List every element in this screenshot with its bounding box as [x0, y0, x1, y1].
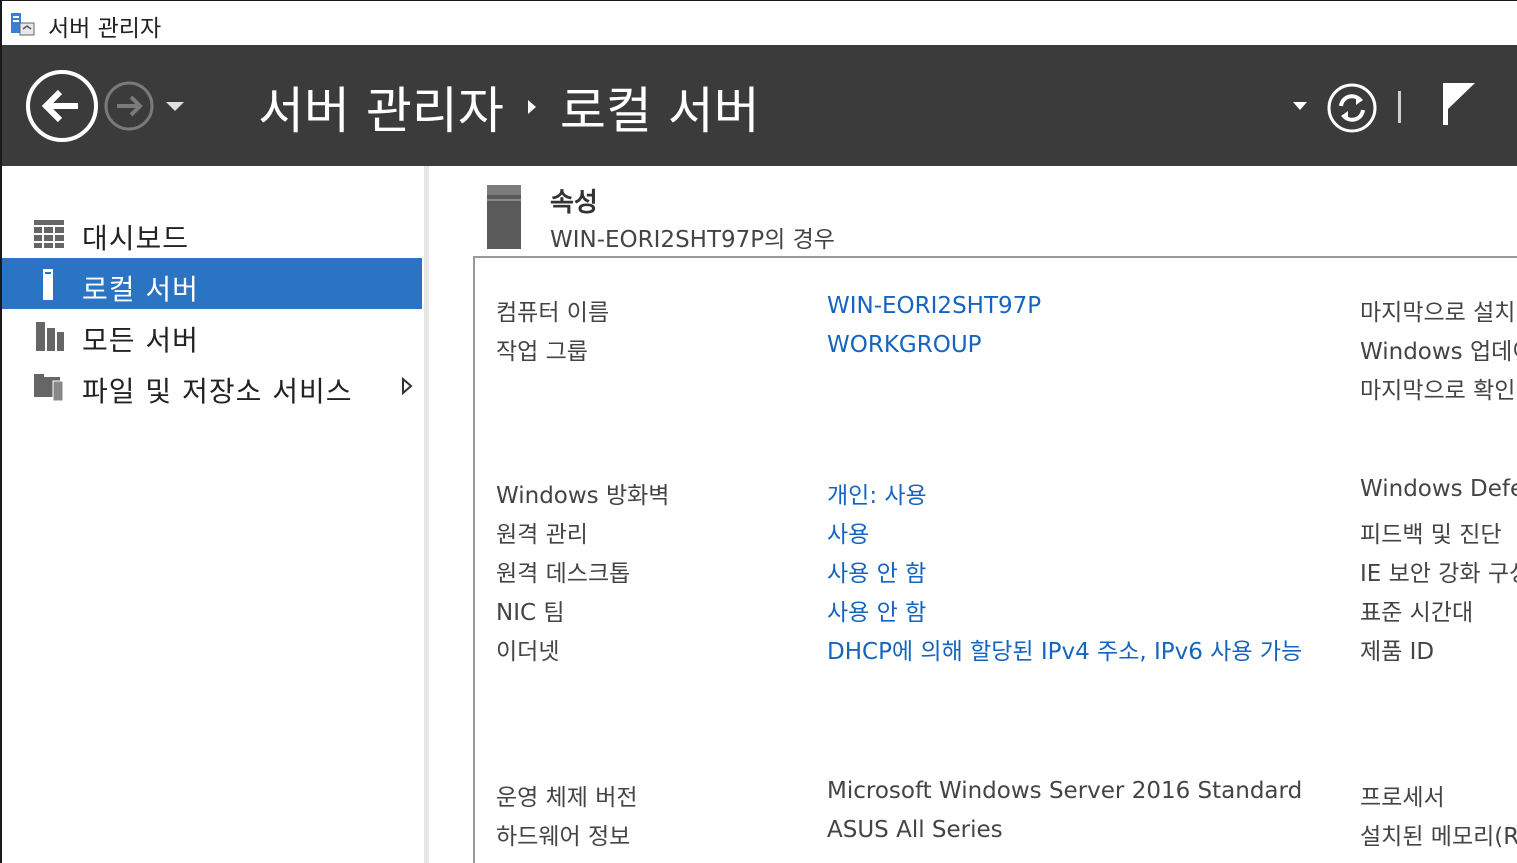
notifications-flag-icon[interactable] [1439, 79, 1479, 129]
property-label-right: 표준 시간대 [1360, 600, 1474, 626]
computer-name-link[interactable]: WIN-EORI2SHT97P [827, 293, 1041, 319]
property-label-right: 마지막으로 확인 [1360, 378, 1516, 404]
property-label: NIC 팀 [496, 600, 565, 626]
sidebar-item-label: 대시보드 [82, 222, 190, 255]
sidebar-item-local-server[interactable]: 로컬 서버 [2, 258, 422, 309]
header-bar: 서버 관리자 로컬 서버 [2, 45, 1517, 166]
os-version-value: Microsoft Windows Server 2016 Standard [827, 778, 1303, 804]
forward-arrow-icon[interactable] [102, 79, 156, 133]
server-manager-window: 서버 관리자 서버 관리자 로컬 서버 대시보드 로컬 서버 모든 서버 파일 … [0, 0, 1517, 863]
sidebar-item-all-servers[interactable]: 모든 서버 [2, 309, 422, 360]
property-label-right: 마지막으로 설치 [1360, 300, 1516, 326]
property-row-computer-name: 컴퓨터 이름 WIN-EORI2SHT97P 마지막으로 설치 [429, 293, 1517, 329]
property-row-os-version: 운영 체제 버전 Microsoft Windows Server 2016 S… [429, 778, 1517, 814]
property-row-nic-teaming: NIC 팀 사용 안 함 표준 시간대 [429, 593, 1517, 629]
navigation-pane: 대시보드 로컬 서버 모든 서버 파일 및 저장소 서비스 [2, 166, 424, 863]
property-label-right: Windows 업데이트 [1360, 339, 1517, 365]
title-bar: 서버 관리자 [2, 1, 1517, 45]
server-manager-app-icon [11, 13, 35, 36]
header-divider [1398, 91, 1401, 123]
server-tile-icon [487, 185, 521, 249]
breadcrumb: 서버 관리자 로컬 서버 [258, 71, 760, 143]
header-dropdown-icon[interactable] [1292, 101, 1308, 111]
sidebar-item-label: 모든 서버 [82, 324, 199, 357]
dashboard-icon [34, 220, 64, 248]
property-label: 이더넷 [496, 639, 560, 665]
remote-desktop-link[interactable]: 사용 안 함 [827, 554, 926, 588]
refresh-icon[interactable] [1325, 81, 1379, 135]
property-row-workgroup: 작업 그룹 WORKGROUP Windows 업데이트 [429, 332, 1517, 368]
nic-teaming-link[interactable]: 사용 안 함 [827, 593, 926, 627]
sidebar-item-file-storage[interactable]: 파일 및 저장소 서비스 [2, 360, 422, 411]
properties-subtitle: WIN-EORI2SHT97P의 경우 [550, 227, 835, 253]
property-label: 원격 데스크톱 [496, 561, 631, 587]
firewall-link[interactable]: 개인: 사용 [827, 476, 927, 510]
all-servers-icon [36, 322, 64, 351]
property-label: 작업 그룹 [496, 339, 588, 365]
property-label-right: IE 보안 강화 구성 [1360, 561, 1517, 587]
history-dropdown-icon[interactable] [164, 99, 186, 113]
window-title: 서버 관리자 [48, 16, 162, 42]
property-label-right: 프로세서 [1360, 785, 1445, 811]
breadcrumb-root[interactable]: 서버 관리자 [258, 71, 504, 143]
local-server-icon [43, 269, 53, 300]
properties-title: 속성 [550, 188, 598, 218]
properties-content: 속성 WIN-EORI2SHT97P의 경우 컴퓨터 이름 WIN-EORI2S… [429, 166, 1517, 863]
property-row-firewall: Windows 방화벽 개인: 사용 Windows Defender [429, 476, 1517, 512]
property-label: 컴퓨터 이름 [496, 300, 610, 326]
sidebar-item-label: 로컬 서버 [82, 273, 199, 306]
property-row-remote-desktop: 원격 데스크톱 사용 안 함 IE 보안 강화 구성 [429, 554, 1517, 590]
property-label-right: 제품 ID [1360, 639, 1435, 665]
property-row-remote-management: 원격 관리 사용 피드백 및 진단 [429, 515, 1517, 551]
property-row-last-checked: 마지막으로 확인 [429, 371, 1517, 407]
property-row-ethernet: 이더넷 DHCP에 의해 할당된 IPv4 주소, IPv6 사용 가능 제품 … [429, 632, 1517, 668]
sidebar-item-dashboard[interactable]: 대시보드 [2, 207, 422, 258]
property-label: 원격 관리 [496, 522, 588, 548]
breadcrumb-separator-icon [527, 100, 536, 114]
property-label-right: 설치된 메모리(RAM) [1360, 824, 1517, 850]
expand-arrow-icon[interactable] [400, 376, 414, 396]
property-label-right: Windows Defender [1360, 476, 1517, 502]
property-label-right: 피드백 및 진단 [1360, 522, 1502, 548]
property-label: Windows 방화벽 [496, 483, 670, 509]
remote-management-link[interactable]: 사용 [827, 515, 869, 549]
property-label: 운영 체제 버전 [496, 785, 638, 811]
property-row-hardware: 하드웨어 정보 ASUS All Series 설치된 메모리(RAM) [429, 817, 1517, 853]
workgroup-link[interactable]: WORKGROUP [827, 332, 982, 358]
file-storage-icon [34, 374, 64, 402]
back-arrow-icon[interactable] [24, 68, 100, 144]
property-label: 하드웨어 정보 [496, 824, 631, 850]
ethernet-link[interactable]: DHCP에 의해 할당된 IPv4 주소, IPv6 사용 가능 [827, 632, 1302, 666]
hardware-value: ASUS All Series [827, 817, 1003, 843]
breadcrumb-current: 로컬 서버 [559, 82, 760, 140]
sidebar-item-label: 파일 및 저장소 서비스 [82, 375, 353, 408]
